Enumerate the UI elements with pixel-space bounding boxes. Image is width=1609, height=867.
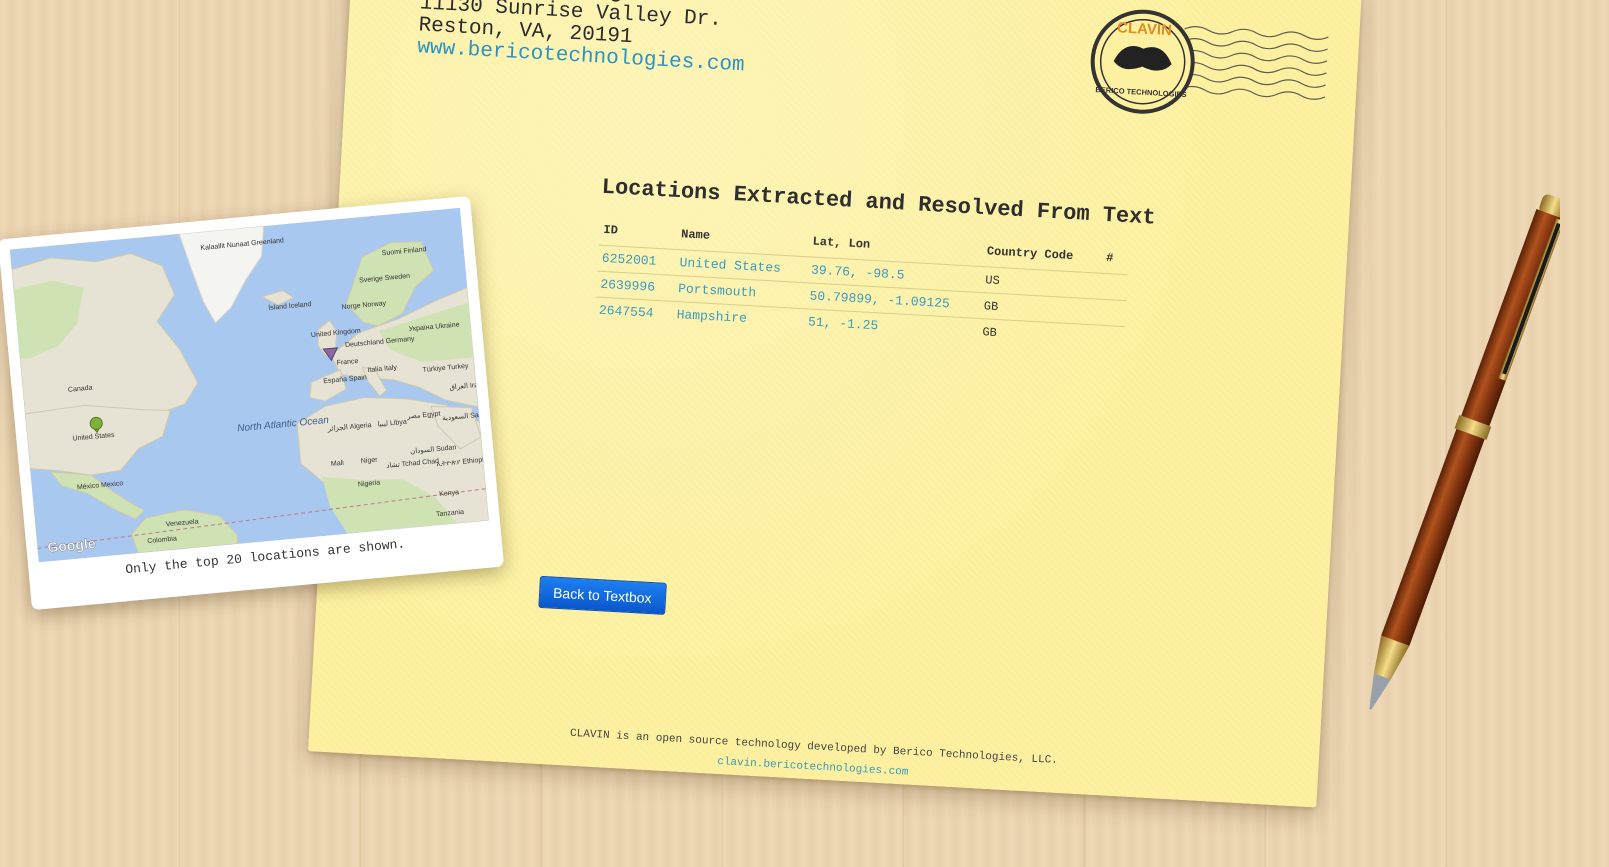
col-header-id: ID (603, 222, 619, 238)
col-header-count: # (1105, 250, 1114, 266)
back-to-textbox-button[interactable]: Back to Textbox (538, 575, 667, 615)
location-count (1099, 273, 1128, 301)
location-id[interactable]: 2647554 (594, 297, 674, 327)
location-count (1097, 325, 1125, 353)
footer: CLAVIN is an open source technology deve… (308, 713, 1318, 801)
pen-decoration (1369, 194, 1560, 710)
marker-us-icon (89, 416, 103, 430)
svg-text:Mali: Mali (331, 460, 345, 468)
postmark-top-text: CLAVIN (1117, 19, 1173, 39)
map-card: Kalaallit Nunaat Greenland Ísland Icelan… (0, 195, 505, 611)
clavin-postmark-logo: CLAVIN BERICO TECHNOLOGIES (1090, 9, 1329, 114)
location-country: GB (977, 318, 1099, 351)
location-count (1098, 299, 1127, 327)
google-map[interactable]: Kalaallit Nunaat Greenland Ísland Icelan… (9, 207, 489, 563)
sender-address: Berico Technologies 11130 Sunrise Valley… (417, 0, 749, 77)
locations-table: ID Name Lat, Lon Country Code # 6252001 … (594, 217, 1129, 353)
